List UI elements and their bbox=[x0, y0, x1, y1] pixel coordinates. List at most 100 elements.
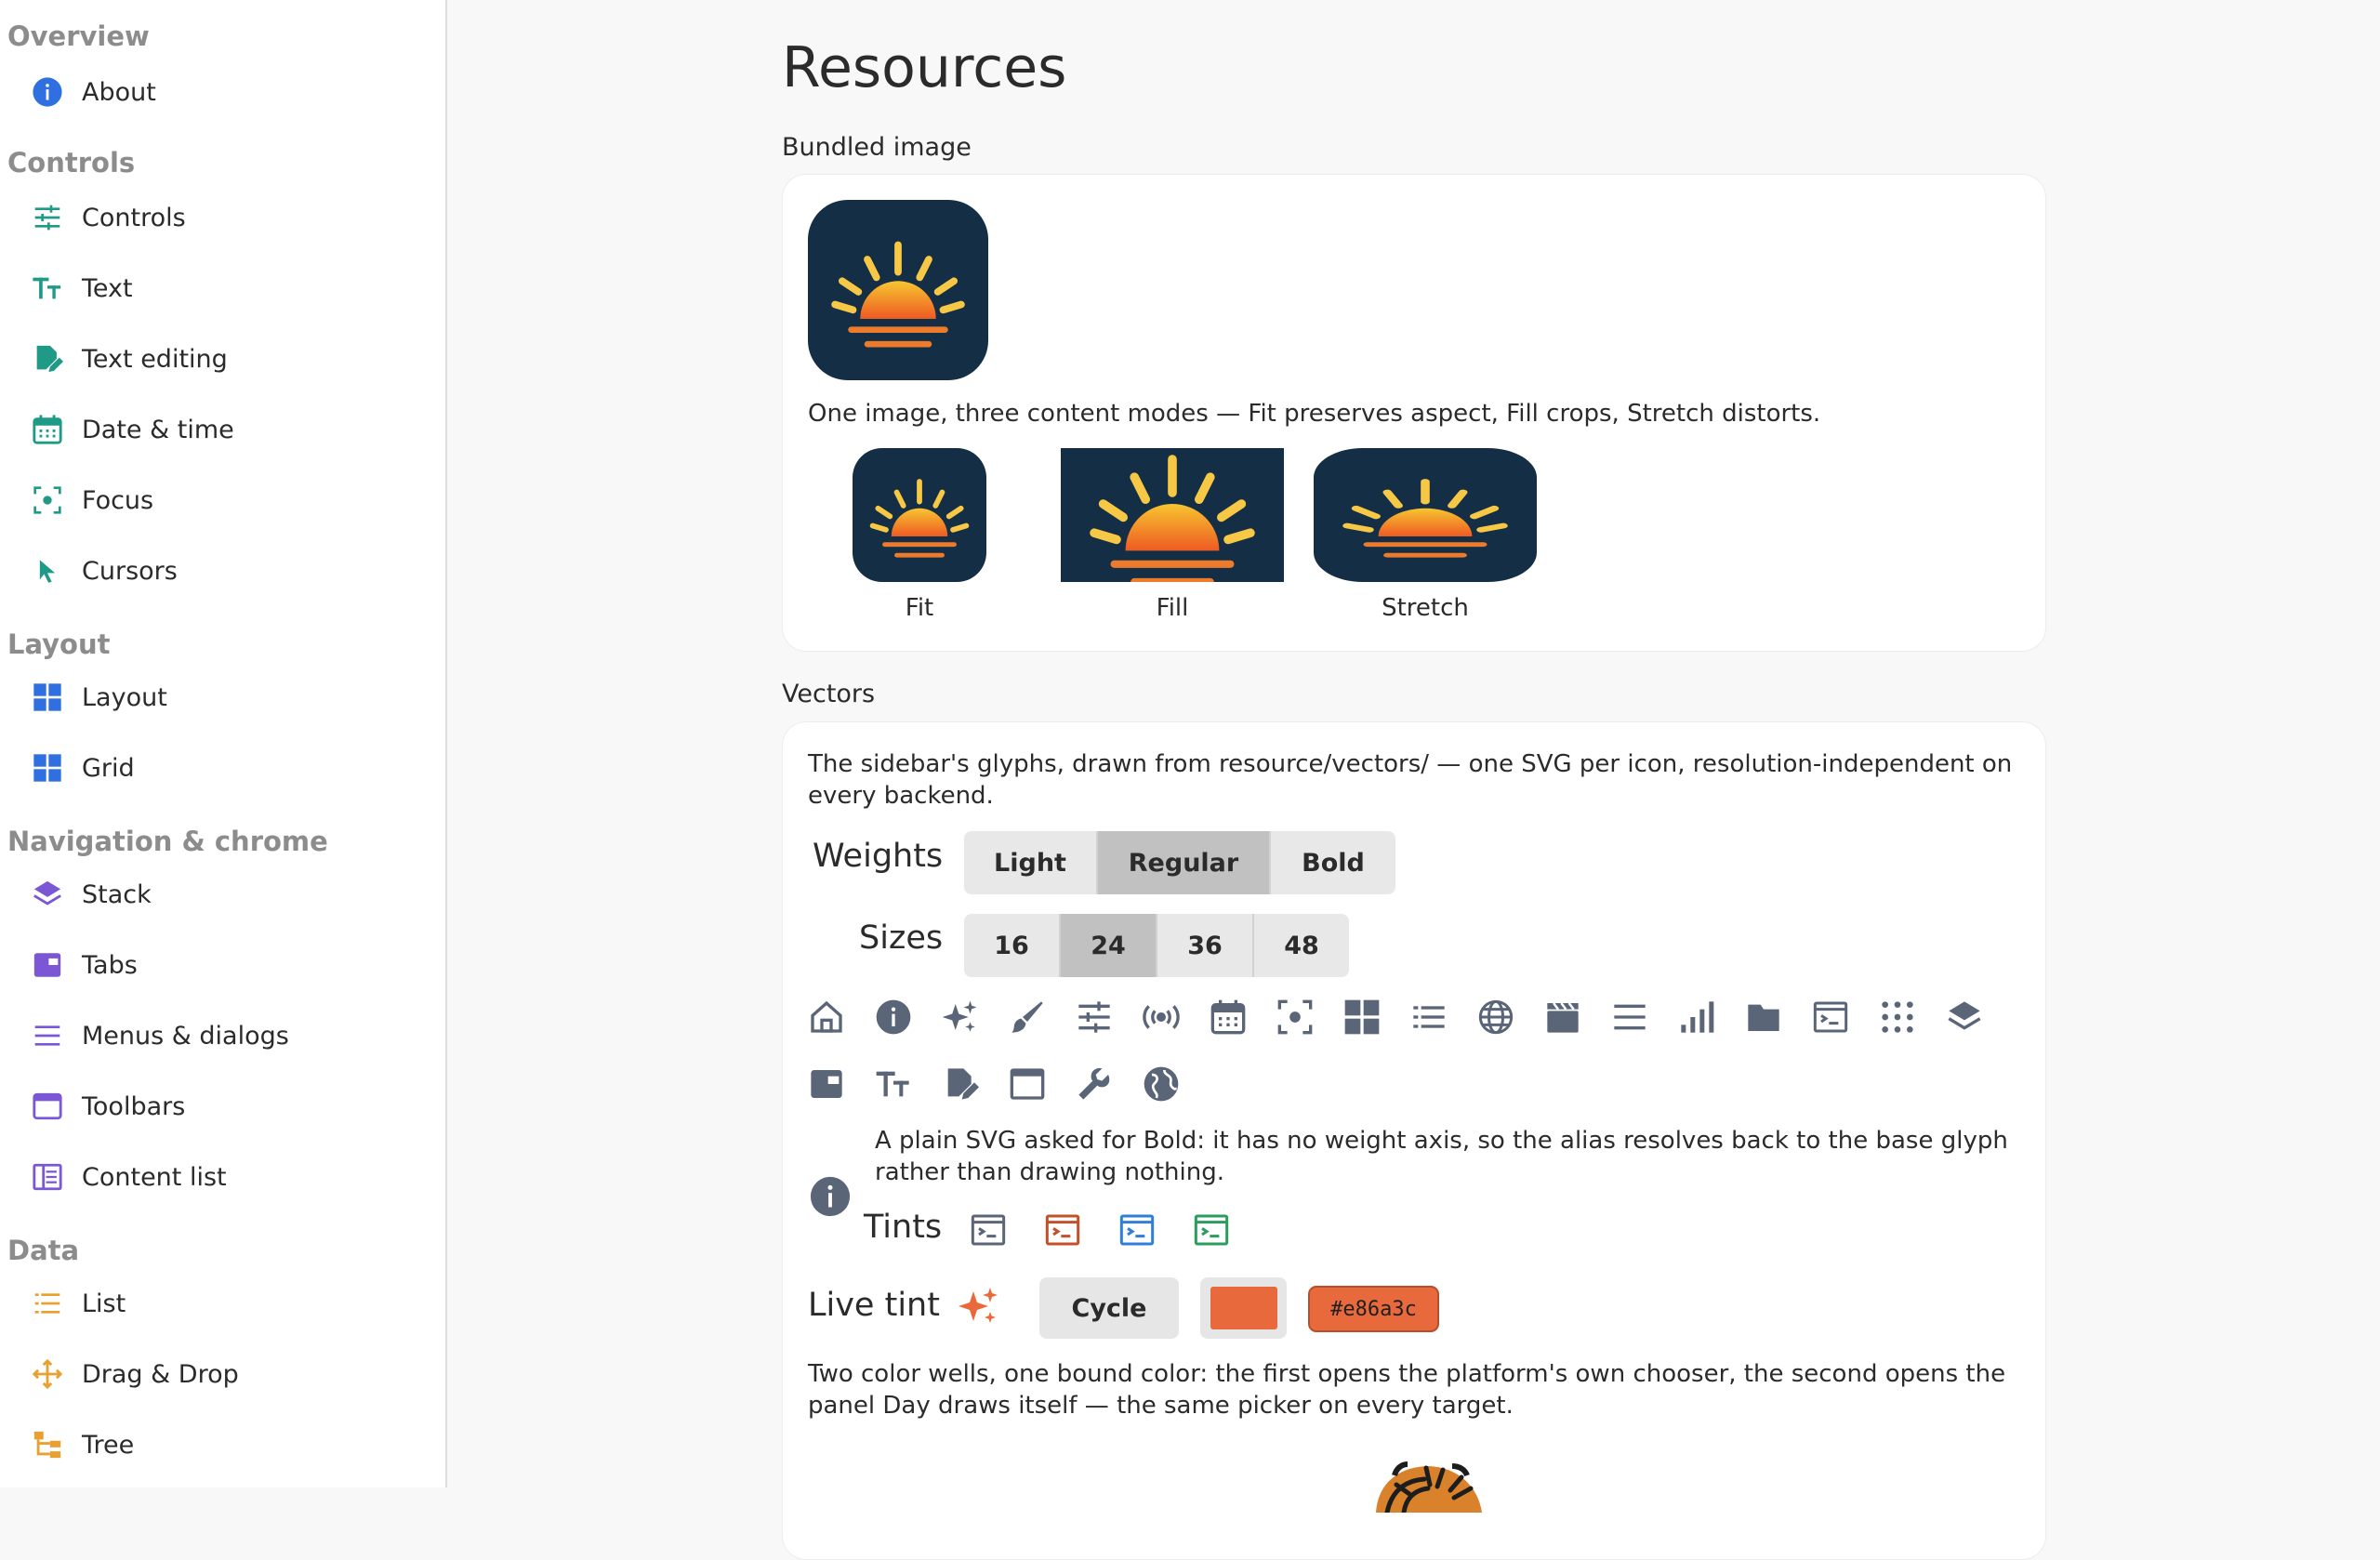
weight-regular-button[interactable]: Regular bbox=[1098, 831, 1271, 894]
sparkles-icon bbox=[957, 1284, 1001, 1329]
sidebar-item-label: Drag & Drop bbox=[82, 1359, 239, 1389]
size-24-button[interactable]: 24 bbox=[1061, 914, 1157, 977]
color-well-swatch bbox=[1210, 1287, 1277, 1329]
live-tint-label: Live tint bbox=[808, 1287, 940, 1324]
size-16-button[interactable]: 16 bbox=[964, 914, 1061, 977]
sidebar-item-label: Toolbars bbox=[82, 1091, 186, 1121]
fit-mode-label: Fit bbox=[905, 594, 934, 622]
sidebar-item-content-list[interactable]: Content list bbox=[30, 1151, 430, 1203]
text-size-icon bbox=[30, 271, 65, 306]
sidebar-item-label: Grid bbox=[82, 753, 135, 783]
focus-icon bbox=[1273, 995, 1317, 1039]
brush-icon bbox=[1005, 995, 1050, 1039]
sidebar-item-label: Layout bbox=[82, 682, 167, 712]
wrench-icon bbox=[1072, 1062, 1117, 1106]
sidebar-item-toolbars[interactable]: Toolbars bbox=[30, 1080, 430, 1132]
sidebar-item-cursors[interactable]: Cursors bbox=[30, 545, 430, 597]
sidebar-item-label: Tree bbox=[82, 1430, 135, 1460]
stretch-mode-label: Stretch bbox=[1382, 594, 1469, 622]
tabs-icon bbox=[30, 947, 65, 983]
fill-mode-image bbox=[1061, 448, 1284, 582]
list-icon bbox=[1407, 995, 1451, 1039]
sidebar-item-list[interactable]: List bbox=[30, 1277, 430, 1329]
sidebar-item-label: About bbox=[82, 77, 156, 107]
page-title: Resources bbox=[782, 35, 1067, 100]
window-icon bbox=[1005, 1062, 1050, 1106]
sliders-icon bbox=[30, 200, 65, 235]
size-36-button[interactable]: 36 bbox=[1157, 914, 1254, 977]
sidebar-item-about[interactable]: About bbox=[30, 66, 430, 118]
weight-bold-button[interactable]: Bold bbox=[1271, 831, 1395, 894]
calendar-icon bbox=[30, 412, 65, 447]
sidebar-item-stack[interactable]: Stack bbox=[30, 868, 430, 920]
list-icon bbox=[30, 1286, 65, 1321]
bold-fallback-note: A plain SVG asked for Bold: it has no we… bbox=[875, 1127, 2008, 1186]
color-wells-description: Two color wells, one bound color: the fi… bbox=[808, 1360, 2006, 1420]
terminal-icon bbox=[1115, 1208, 1159, 1252]
sidebar-item-label: Menus & dialogs bbox=[82, 1021, 289, 1051]
bar-chart-icon bbox=[1674, 995, 1719, 1039]
sizes-label: Sizes bbox=[859, 919, 944, 957]
sliders-icon bbox=[1072, 995, 1117, 1039]
section-title-bundled-image: Bundled image bbox=[782, 133, 972, 162]
sidebar-item-text-editing[interactable]: Text editing bbox=[30, 333, 430, 385]
sidebar-item-tabs[interactable]: Tabs bbox=[30, 939, 430, 991]
sidebar-item-label: Controls bbox=[82, 203, 186, 232]
fit-mode-image bbox=[853, 448, 986, 586]
grid-icon bbox=[30, 750, 65, 786]
sidebar: Overview About Controls Controls Text Te… bbox=[0, 0, 447, 1487]
sidebar-item-label: Text bbox=[82, 273, 133, 303]
color-well[interactable] bbox=[1200, 1277, 1287, 1339]
tiger-image bbox=[1368, 1457, 1489, 1516]
sidebar-item-label: Date & time bbox=[82, 415, 234, 444]
calendar-icon bbox=[1206, 995, 1250, 1039]
sidebar-section-navigation: Navigation & chrome bbox=[7, 826, 328, 857]
cycle-button[interactable]: Cycle bbox=[1039, 1277, 1179, 1339]
size-48-button[interactable]: 48 bbox=[1254, 914, 1349, 977]
menu-icon bbox=[1607, 995, 1652, 1039]
sidebar-section-data: Data bbox=[7, 1235, 80, 1266]
sidebar-item-menus-dialogs[interactable]: Menus & dialogs bbox=[30, 1010, 430, 1062]
info-icon bbox=[30, 74, 65, 110]
sidebar-item-tree[interactable]: Tree bbox=[30, 1419, 430, 1471]
info-icon bbox=[808, 1174, 853, 1219]
sidebar-section-layout: Layout bbox=[7, 628, 111, 660]
sidebar-item-label: Cursors bbox=[82, 556, 178, 586]
window-icon bbox=[30, 1089, 65, 1124]
sidebar-item-layout[interactable]: Layout bbox=[30, 671, 430, 723]
globe-icon bbox=[1474, 995, 1518, 1039]
sidebar-item-grid[interactable]: Grid bbox=[30, 742, 430, 794]
vectors-description: The sidebar's glyphs, drawn from resourc… bbox=[808, 750, 2013, 810]
sidebar-item-date-time[interactable]: Date & time bbox=[30, 403, 430, 456]
layers-icon bbox=[1942, 995, 1987, 1039]
sidebar-item-controls[interactable]: Controls bbox=[30, 192, 430, 244]
menu-icon bbox=[30, 1018, 65, 1053]
color-hex-well[interactable]: #e86a3c bbox=[1308, 1286, 1439, 1332]
terminal-icon bbox=[1189, 1208, 1234, 1252]
home-icon bbox=[804, 995, 849, 1039]
terminal-icon bbox=[1808, 995, 1853, 1039]
sidebar-item-text[interactable]: Text bbox=[30, 262, 430, 314]
bundled-image-description: One image, three content modes — Fit pre… bbox=[808, 400, 1821, 428]
move-icon bbox=[30, 1356, 65, 1392]
document-edit-icon bbox=[938, 1062, 983, 1106]
content-list-icon bbox=[30, 1159, 65, 1195]
text-size-icon bbox=[871, 1062, 916, 1106]
weights-segmented-control: Light Regular Bold bbox=[964, 831, 1395, 894]
tree-icon bbox=[30, 1427, 65, 1462]
apps-icon bbox=[1875, 995, 1920, 1039]
globe-filled-icon bbox=[1139, 1062, 1183, 1106]
folder-icon bbox=[1741, 995, 1786, 1039]
sidebar-item-label: Content list bbox=[82, 1162, 227, 1192]
cursor-icon bbox=[30, 553, 65, 588]
tabs-icon bbox=[804, 1062, 849, 1106]
bundled-image-card: One image, three content modes — Fit pre… bbox=[782, 174, 2046, 652]
terminal-icon bbox=[1040, 1208, 1085, 1252]
sidebar-item-drag-drop[interactable]: Drag & Drop bbox=[30, 1348, 430, 1400]
focus-icon bbox=[30, 483, 65, 518]
weight-light-button[interactable]: Light bbox=[964, 831, 1098, 894]
sidebar-section-controls: Controls bbox=[7, 147, 136, 178]
sidebar-item-focus[interactable]: Focus bbox=[30, 474, 430, 526]
grid-icon bbox=[1340, 995, 1384, 1039]
document-edit-icon bbox=[30, 341, 65, 377]
